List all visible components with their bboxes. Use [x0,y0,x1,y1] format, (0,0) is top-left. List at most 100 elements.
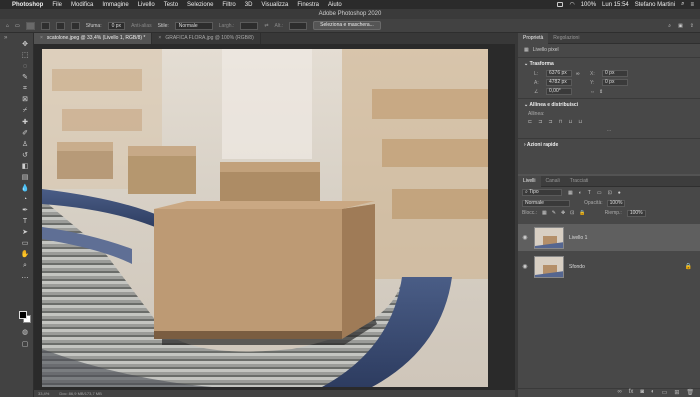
user-label[interactable]: Stefano Martini [635,2,675,8]
fill-input[interactable]: 100% [626,209,646,217]
new-layer-icon[interactable]: ⊞ [674,389,679,397]
tab-grafica-flora[interactable]: × GRAFICA FLORA.jpg @ 100% (RGB/8) [152,33,261,44]
visibility-eye-icon[interactable]: ◉ [520,234,530,241]
layer-row-livello-1[interactable]: ◉ Livello 1 [518,224,700,251]
layer-thumbnail[interactable] [534,255,564,278]
history-brush-tool-icon[interactable]: ↺ [20,152,30,160]
tab-tracciati[interactable]: Tracciati [565,176,594,187]
menu-file[interactable]: File [52,2,62,8]
lasso-tool-icon[interactable]: ◌ [20,63,30,71]
zoom-tool-icon[interactable]: ⌕ [20,262,30,270]
tab-scatolone[interactable]: × scatolone.jpeg @ 33,4% (Livello 1, RGB/… [34,33,153,44]
menu-aiuto[interactable]: Aiuto [328,2,342,8]
panel-grip-icon[interactable]: » [4,35,10,41]
add-selection-button[interactable] [40,21,50,30]
quick-select-tool-icon[interactable]: ✎ [20,74,30,82]
search-icon[interactable]: ⌕ [681,1,684,8]
gradient-tool-icon[interactable]: ▤ [20,174,30,182]
close-icon[interactable]: × [40,35,43,41]
quick-actions-title[interactable]: › Azioni rapide [518,141,700,150]
align-left-icon[interactable]: ⊏ [528,119,532,128]
align-top-icon[interactable]: ⊓ [559,119,563,128]
width-input[interactable]: 6376 px [546,70,572,77]
home-icon[interactable]: ⌂ [6,23,9,29]
adjustment-layer-icon[interactable]: ◐ [651,389,655,397]
trash-icon[interactable]: 🗑 [686,389,694,397]
intersect-selection-button[interactable] [70,21,80,30]
close-icon[interactable]: × [158,35,161,41]
link-layers-icon[interactable]: ∞ [617,389,621,397]
menu-selezione[interactable]: Selezione [187,2,213,8]
layer-thumbnail[interactable] [534,226,564,249]
visibility-eye-icon[interactable]: ◉ [520,263,530,270]
frame-tool-icon[interactable]: ⊠ [20,96,30,104]
document-image[interactable] [42,49,488,387]
menu-modifica[interactable]: Modifica [71,2,93,8]
menu-finestra[interactable]: Finestra [297,2,319,8]
fx-icon[interactable]: fx [629,389,634,397]
add-mask-icon[interactable]: ◙ [640,389,644,397]
eyedropper-tool-icon[interactable]: ⌿ [20,107,30,115]
lock-artboard-icon[interactable]: ⊡ [570,210,574,216]
tab-regolazioni[interactable]: Regolazioni [548,33,584,44]
swap-icon[interactable]: ⇄ [264,23,268,29]
blend-mode-select[interactable]: Normale [522,199,570,207]
transform-section-title[interactable]: ⌄ Trasforma [518,60,700,69]
hand-tool-icon[interactable]: ✋ [20,251,30,259]
largh-input[interactable] [240,21,259,30]
flip-horizontal-icon[interactable]: ⇔ [590,89,595,95]
more-options-icon[interactable]: ⋯ [518,128,700,136]
marquee-tool-icon[interactable]: ▭ [15,23,20,29]
layer-name[interactable]: Livello 1 [569,235,587,241]
filter-type-select[interactable]: ⌕ Tipo [522,189,562,196]
align-middle-icon[interactable]: ⊔ [569,119,573,128]
filter-smart-icon[interactable]: ⊡ [608,190,612,196]
new-selection-button[interactable] [25,21,35,30]
menu-testo[interactable]: Testo [164,2,178,8]
type-tool-icon[interactable]: T [20,218,30,226]
blur-tool-icon[interactable]: 💧 [20,185,30,193]
tab-livelli[interactable]: Livelli [518,176,541,187]
filter-pixel-icon[interactable]: ▦ [568,190,573,196]
canvas-area[interactable] [34,44,515,390]
share-icon[interactable]: ⇪ [690,23,694,29]
lock-icon[interactable]: 🔒 [685,263,692,270]
align-right-icon[interactable]: ⊐ [548,119,552,128]
angle-input[interactable]: 0,00° [546,88,572,95]
height-input[interactable]: 4782 px [546,79,572,86]
menu-app[interactable]: Photoshop [12,2,43,8]
wifi-icon[interactable]: ◠ [569,1,574,8]
y-input[interactable]: 0 px [602,79,628,86]
lock-transparent-icon[interactable]: ▦ [542,210,547,216]
stile-select[interactable]: Normale [174,21,213,30]
clone-stamp-tool-icon[interactable]: ♙ [20,141,30,149]
lock-pixels-icon[interactable]: ✎ [552,210,556,216]
alt-input[interactable] [289,21,308,30]
subtract-selection-button[interactable] [55,21,65,30]
clock-label[interactable]: Lun 15:54 [602,2,629,8]
select-mask-button[interactable]: Seleziona e maschera... [313,21,381,30]
lock-position-icon[interactable]: ✥ [561,210,565,216]
menu-immagine[interactable]: Immagine [102,2,128,8]
opacity-input[interactable]: 100% [606,199,626,207]
filter-text-icon[interactable]: T [588,190,591,196]
menu-list-icon[interactable]: ≡ [690,2,694,8]
search-icon[interactable]: ⌕ [668,23,671,29]
sfuma-input[interactable]: 0 px [107,21,126,30]
antialias-checkbox[interactable]: Anti-alias [131,23,152,29]
move-tool-icon[interactable]: ✥ [20,41,30,49]
pen-tool-icon[interactable]: ✒ [20,207,30,215]
zoom-level[interactable]: 33,4% [38,391,49,396]
tab-canali[interactable]: Canali [541,176,565,187]
crop-tool-icon[interactable]: ⌗ [20,85,30,93]
flip-vertical-icon[interactable]: ⇕ [599,89,603,95]
filter-toggle-icon[interactable]: ● [618,190,621,196]
align-bottom-icon[interactable]: ⊔ [578,119,582,128]
filter-shape-icon[interactable]: ▭ [597,190,602,196]
more-tools-icon[interactable]: ⋯ [20,275,30,283]
layer-row-sfondo[interactable]: ◉ Sfondo 🔒 [518,253,700,280]
menu-3d[interactable]: 3D [245,2,253,8]
screen-icon[interactable] [557,2,564,7]
menu-filtro[interactable]: Filtro [222,2,235,8]
filter-adjust-icon[interactable]: ◐ [579,190,582,196]
